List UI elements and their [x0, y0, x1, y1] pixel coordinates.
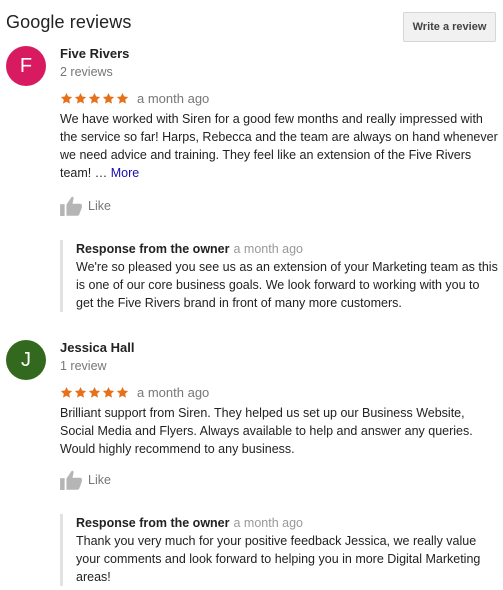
star-icon: [60, 92, 73, 104]
avatar-letter: J: [21, 349, 31, 371]
review-date: a month ago: [137, 90, 210, 106]
owner-response: Response from the owner a month ago Thank…: [60, 514, 500, 586]
write-review-button[interactable]: Write a review: [403, 12, 496, 42]
like-label: Like: [88, 473, 111, 487]
response-owner-label: Response from the owner: [76, 242, 230, 256]
star-icon: [60, 386, 73, 398]
review-card: F Five Rivers 2 reviews a month ago We h…: [6, 46, 498, 316]
response-text: We're so pleased you see us as an extens…: [76, 260, 498, 310]
star-icon: [74, 386, 87, 398]
star-icon: [116, 386, 129, 398]
star-rating: [60, 92, 129, 105]
like-label: Like: [88, 199, 111, 213]
reviewer-name[interactable]: Five Rivers: [60, 46, 129, 61]
rating-row: a month ago: [60, 90, 209, 106]
thumbs-up-icon: [60, 470, 82, 490]
owner-response: Response from the owner a month ago We're…: [60, 240, 500, 312]
star-rating: [60, 386, 129, 399]
response-header: Response from the owner a month ago: [76, 240, 500, 258]
star-icon: [116, 92, 129, 104]
more-link[interactable]: More: [111, 166, 139, 180]
response-owner-label: Response from the owner: [76, 516, 230, 530]
response-date: a month ago: [233, 516, 304, 530]
like-button[interactable]: Like: [60, 196, 111, 216]
review-card: J Jessica Hall 1 review a month ago Bril…: [6, 340, 498, 590]
thumbs-up-icon: [60, 196, 82, 216]
review-body: Brilliant support from Siren. They helpe…: [60, 406, 473, 456]
review-date: a month ago: [137, 384, 210, 400]
reviewer-review-count: 2 reviews: [60, 65, 113, 79]
avatar[interactable]: J: [6, 340, 46, 380]
review-text: We have worked with Siren for a good few…: [60, 110, 500, 182]
page-title: Google reviews: [6, 12, 132, 32]
avatar-letter: F: [19, 55, 33, 77]
star-icon: [102, 92, 115, 104]
star-icon: [88, 386, 101, 398]
response-text: Thank you very much for your positive fe…: [76, 534, 481, 584]
rating-row: a month ago: [60, 384, 209, 400]
review-text: Brilliant support from Siren. They helpe…: [60, 404, 500, 458]
star-icon: [88, 92, 101, 104]
star-icon: [74, 92, 87, 104]
reviewer-review-count: 1 review: [60, 359, 107, 373]
response-date: a month ago: [233, 242, 304, 256]
reviews-header: Google reviews Write a review: [6, 12, 496, 42]
response-header: Response from the owner a month ago: [76, 514, 500, 532]
reviewer-name[interactable]: Jessica Hall: [60, 340, 134, 355]
avatar[interactable]: F: [6, 46, 46, 86]
star-icon: [102, 386, 115, 398]
like-button[interactable]: Like: [60, 470, 111, 490]
